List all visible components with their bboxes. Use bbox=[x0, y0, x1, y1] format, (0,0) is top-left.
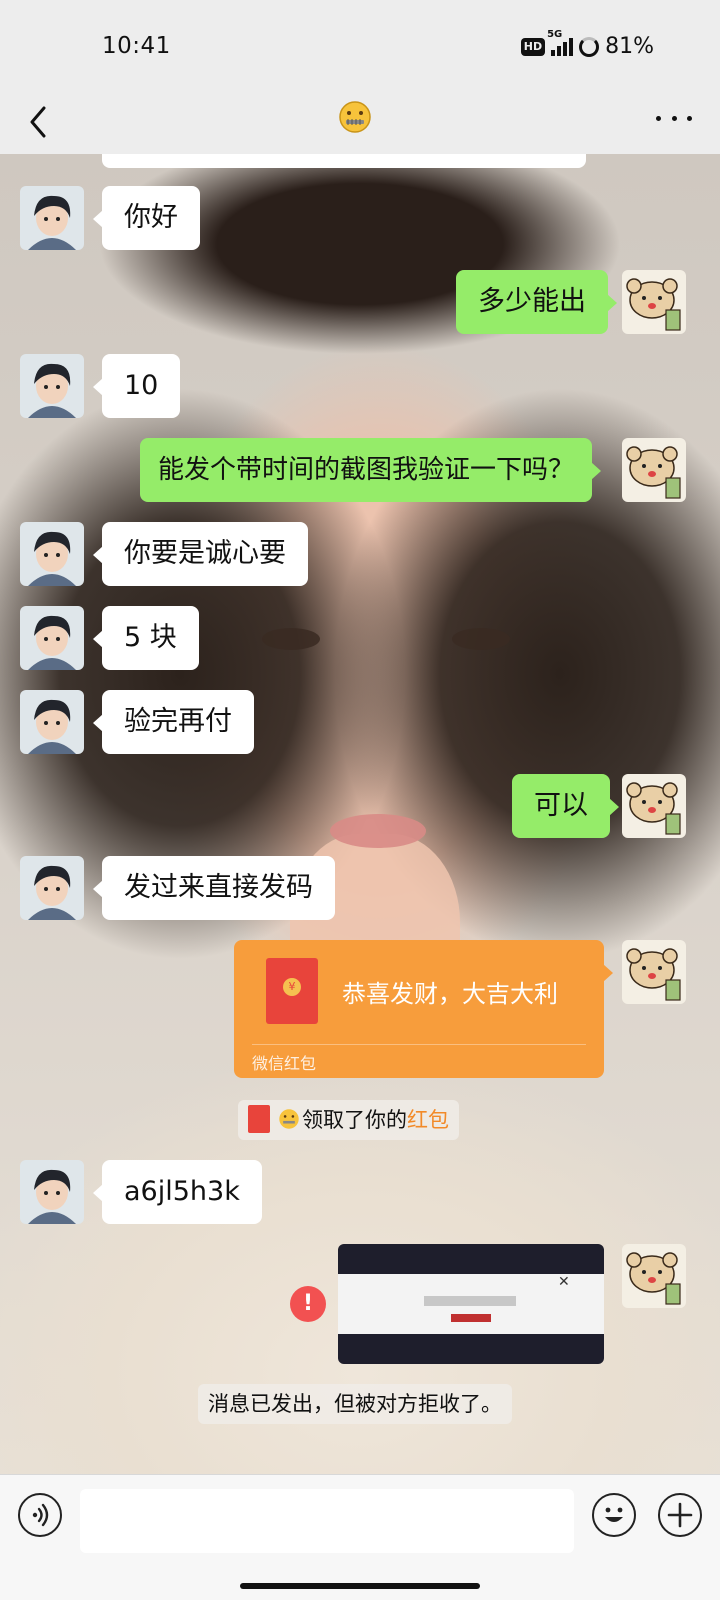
message-received[interactable]: 你好 bbox=[93, 186, 200, 250]
red-packet-claimed-note: 领取了你的红包 bbox=[238, 1100, 459, 1140]
red-packet-greeting: 恭喜发财，大吉大利 bbox=[342, 980, 558, 1008]
red-packet-icon: ¥ bbox=[266, 958, 318, 1024]
contact-avatar[interactable] bbox=[20, 186, 84, 250]
message-received[interactable]: 发过来直接发码 bbox=[93, 856, 335, 920]
network-label: 5G bbox=[547, 28, 563, 40]
message-input[interactable] bbox=[80, 1489, 574, 1553]
status-indicators: HD 5G 81% bbox=[520, 29, 654, 59]
chat-header bbox=[0, 90, 720, 154]
user-avatar[interactable] bbox=[622, 270, 686, 334]
back-button[interactable] bbox=[24, 98, 64, 146]
message-sent[interactable]: 多少能出 bbox=[456, 270, 617, 334]
red-packet-icon bbox=[248, 1105, 270, 1133]
more-dots-icon bbox=[656, 115, 661, 121]
chevron-left-icon bbox=[30, 106, 46, 138]
voice-icon bbox=[32, 1503, 49, 1527]
claimed-text: 领取了你的 bbox=[302, 1108, 407, 1132]
previous-message-bubble bbox=[102, 154, 586, 168]
red-packet-coin-icon: ¥ bbox=[283, 978, 301, 996]
more-button[interactable] bbox=[656, 112, 692, 124]
message-received[interactable]: 验完再付 bbox=[93, 690, 254, 754]
user-avatar[interactable] bbox=[622, 940, 686, 1004]
more-functions-button[interactable] bbox=[658, 1493, 702, 1537]
contact-avatar[interactable] bbox=[20, 522, 84, 586]
message-received[interactable]: 你要是诚心要 bbox=[93, 522, 308, 586]
status-bar: 10:41 HD 5G 81% bbox=[0, 0, 720, 90]
user-avatar[interactable] bbox=[622, 1244, 686, 1308]
contact-avatar[interactable] bbox=[20, 690, 84, 754]
voice-button[interactable] bbox=[18, 1493, 62, 1537]
input-bar bbox=[0, 1474, 720, 1600]
status-time: 10:41 bbox=[102, 33, 171, 59]
send-failed-icon[interactable]: ! bbox=[290, 1286, 326, 1322]
message-received[interactable]: 10 bbox=[92, 354, 181, 418]
contact-avatar[interactable] bbox=[20, 606, 84, 670]
plus-icon bbox=[667, 1502, 693, 1528]
user-avatar[interactable] bbox=[622, 438, 686, 502]
message-sent[interactable]: 能发个带时间的截图我验证一下吗？ bbox=[140, 438, 602, 502]
hd-icon: HD bbox=[520, 37, 546, 56]
zipper-mouth-emoji-icon bbox=[279, 1109, 299, 1129]
battery-percent: 81% bbox=[605, 34, 654, 59]
close-icon: ✕ bbox=[558, 1274, 570, 1290]
emoji-button[interactable] bbox=[592, 1493, 636, 1537]
contact-avatar[interactable] bbox=[20, 1160, 84, 1224]
red-packet-message[interactable]: ¥ 恭喜发财，大吉大利 微信红包 bbox=[234, 940, 613, 1078]
message-sent[interactable]: 可以 bbox=[512, 774, 619, 838]
red-packet-footer: 微信红包 bbox=[252, 1054, 317, 1073]
message-rejected-note: 消息已发出，但被对方拒收了。 bbox=[198, 1384, 512, 1424]
battery-icon bbox=[579, 36, 600, 57]
user-avatar[interactable] bbox=[622, 774, 686, 838]
red-packet-link[interactable]: 红包 bbox=[407, 1108, 449, 1132]
image-message[interactable]: ✕ bbox=[338, 1244, 604, 1364]
home-indicator[interactable] bbox=[240, 1583, 480, 1589]
contact-avatar[interactable] bbox=[20, 856, 84, 920]
zipper-mouth-emoji-icon bbox=[338, 100, 372, 134]
signal-icon: 5G bbox=[547, 29, 574, 56]
message-received[interactable]: a6jl5h3k bbox=[93, 1160, 262, 1224]
chat-area[interactable]: 你好 多少能出 10 能发个带时间的截图我验证一下吗？ 你要是诚心要 5 块 验… bbox=[0, 154, 720, 1474]
message-received[interactable]: 5 块 bbox=[93, 606, 199, 670]
contact-avatar[interactable] bbox=[20, 354, 84, 418]
smiley-icon bbox=[605, 1507, 623, 1522]
